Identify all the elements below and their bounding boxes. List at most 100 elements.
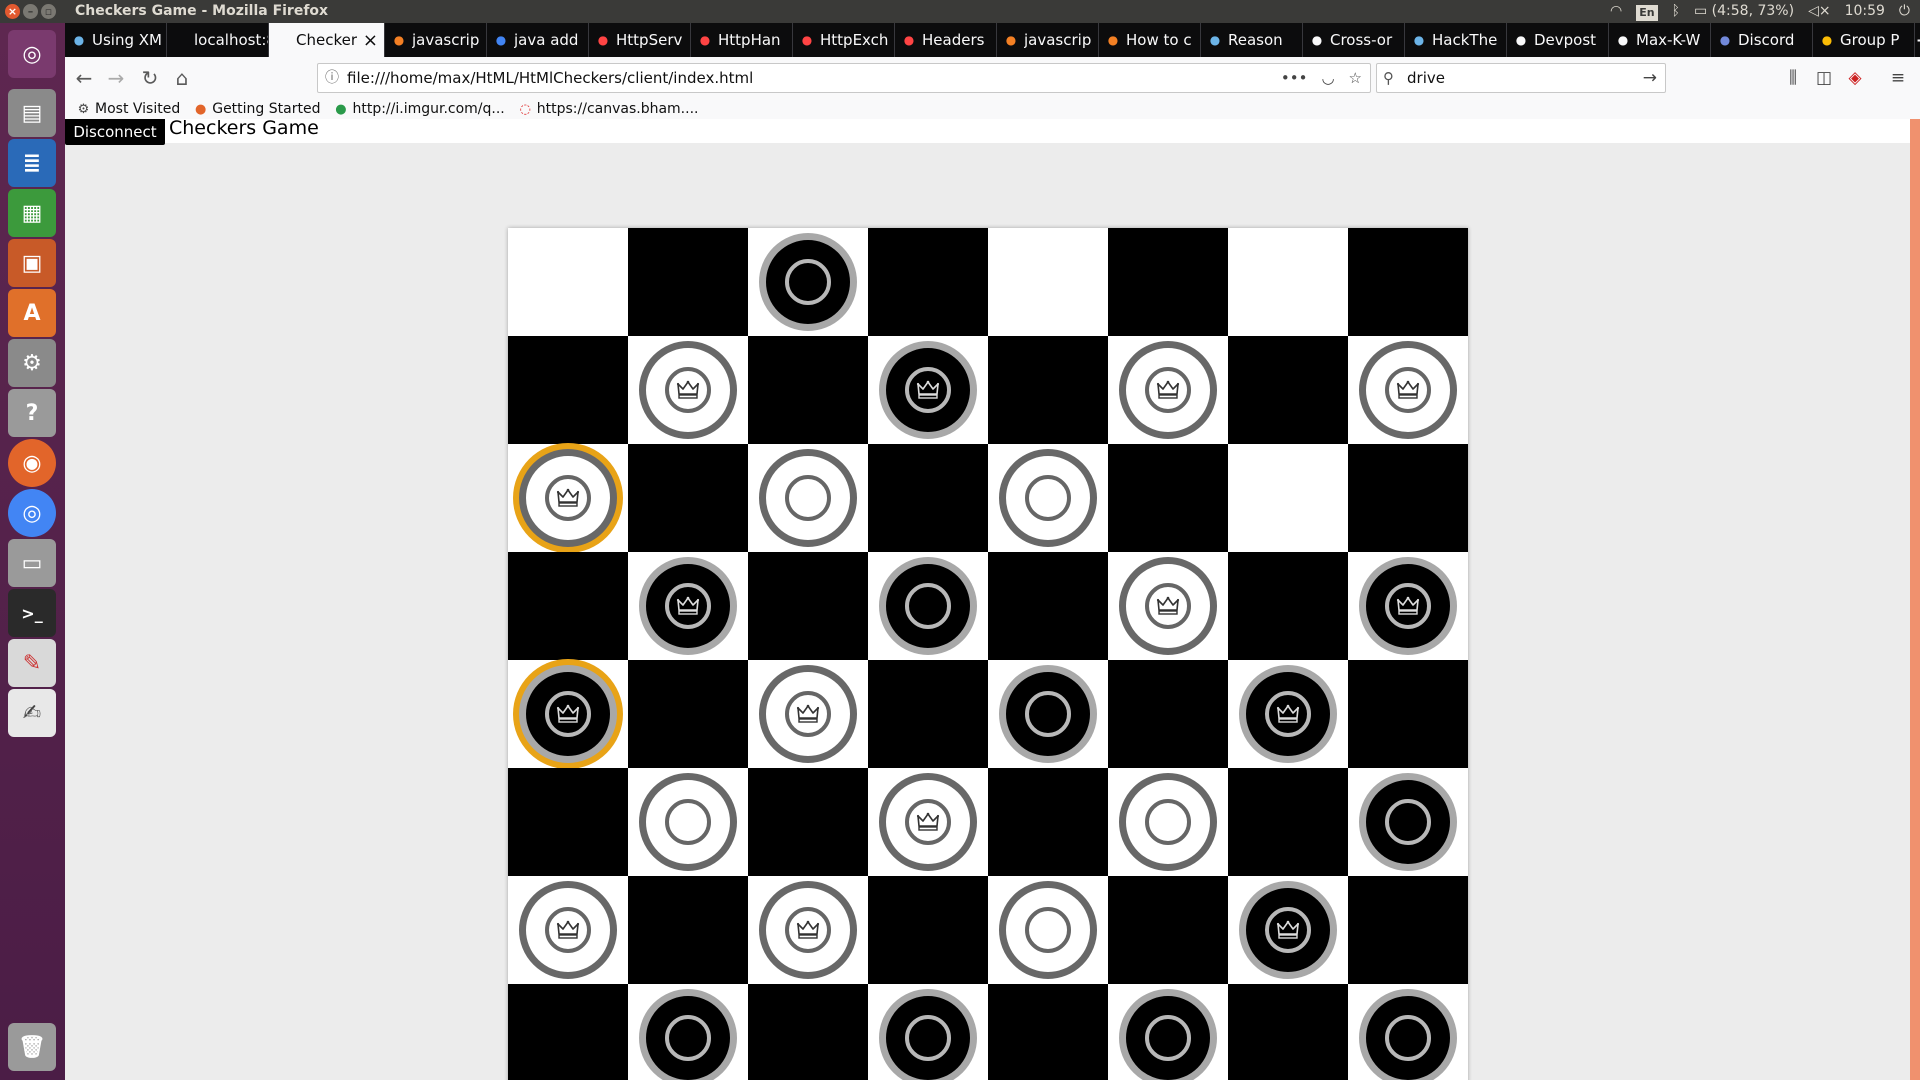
board-square[interactable] xyxy=(1108,336,1228,444)
tab-14[interactable]: ● Devpost xyxy=(1507,23,1609,57)
maximize-window-button[interactable]: ▫ xyxy=(41,4,56,19)
black-king-piece[interactable] xyxy=(1239,665,1337,763)
white-piece[interactable] xyxy=(999,449,1097,547)
board-square[interactable] xyxy=(508,336,628,444)
scrollbar-track[interactable] xyxy=(1910,119,1920,1080)
board-square[interactable] xyxy=(748,444,868,552)
minimize-window-button[interactable]: – xyxy=(23,4,38,19)
board-square[interactable] xyxy=(988,444,1108,552)
board-square[interactable] xyxy=(628,552,748,660)
white-king-piece[interactable] xyxy=(1359,341,1457,439)
wifi-icon[interactable]: ◠ xyxy=(1610,0,1622,23)
back-icon[interactable]: ← xyxy=(71,65,97,91)
tab-7[interactable]: ● HttpExch xyxy=(793,23,895,57)
board-square[interactable] xyxy=(1348,336,1468,444)
tab-6[interactable]: ● HttpHan xyxy=(691,23,793,57)
board-square[interactable] xyxy=(1108,228,1228,336)
tab-3[interactable]: ● javascrip xyxy=(385,23,487,57)
board-square[interactable] xyxy=(1348,876,1468,984)
board-square[interactable] xyxy=(748,876,868,984)
board-square[interactable] xyxy=(988,552,1108,660)
board-square[interactable] xyxy=(868,336,988,444)
tab-8[interactable]: ● Headers xyxy=(895,23,997,57)
board-square[interactable] xyxy=(1108,984,1228,1080)
files-icon[interactable]: ▤ xyxy=(8,89,56,137)
board-square[interactable] xyxy=(1108,660,1228,768)
board-square[interactable] xyxy=(628,768,748,876)
black-king-piece[interactable] xyxy=(519,665,617,763)
menu-icon[interactable]: ≡ xyxy=(1885,65,1911,91)
board-square[interactable] xyxy=(988,768,1108,876)
board-square[interactable] xyxy=(988,876,1108,984)
volume-icon[interactable]: ◁× xyxy=(1808,0,1831,23)
bluetooth-icon[interactable]: ᛒ xyxy=(1672,0,1680,23)
board-square[interactable] xyxy=(508,660,628,768)
white-piece[interactable] xyxy=(1119,773,1217,871)
white-king-piece[interactable] xyxy=(759,665,857,763)
impress-icon[interactable]: ▣ xyxy=(8,239,56,287)
white-king-piece[interactable] xyxy=(759,881,857,979)
page-actions-icon[interactable]: ••• xyxy=(1281,64,1308,92)
ublock-icon[interactable]: ◈ xyxy=(1842,65,1868,91)
white-piece[interactable] xyxy=(999,881,1097,979)
board-square[interactable] xyxy=(628,228,748,336)
pocket-icon[interactable]: ◡ xyxy=(1321,64,1334,92)
board-square[interactable] xyxy=(748,984,868,1080)
clock[interactable]: 10:59 xyxy=(1845,0,1885,23)
white-king-piece[interactable] xyxy=(639,341,737,439)
input-method-indicator[interactable]: En xyxy=(1636,5,1658,21)
board-square[interactable] xyxy=(1228,336,1348,444)
board-square[interactable] xyxy=(1228,768,1348,876)
tab-10[interactable]: ● How to c xyxy=(1099,23,1201,57)
tab-0[interactable]: ● Using XM xyxy=(65,23,167,57)
black-piece[interactable] xyxy=(639,989,737,1080)
close-window-button[interactable]: × xyxy=(5,4,20,19)
board-square[interactable] xyxy=(868,552,988,660)
board-square[interactable] xyxy=(988,984,1108,1080)
bookmark-item[interactable]: ◌ https://canvas.bham.... xyxy=(519,99,699,119)
board-square[interactable] xyxy=(748,336,868,444)
trash-icon[interactable]: 🗑 xyxy=(8,1023,56,1071)
black-piece[interactable] xyxy=(879,989,977,1080)
board-square[interactable] xyxy=(1348,984,1468,1080)
bookmark-item[interactable]: ⚙ Most Visited xyxy=(77,99,181,119)
black-piece[interactable] xyxy=(999,665,1097,763)
disconnect-button[interactable]: Disconnect xyxy=(65,119,165,145)
board-square[interactable] xyxy=(868,768,988,876)
tab-9[interactable]: ● javascrip xyxy=(997,23,1099,57)
board-square[interactable] xyxy=(1228,660,1348,768)
search-box[interactable]: ⚲ drive → xyxy=(1376,63,1666,93)
board-square[interactable] xyxy=(748,660,868,768)
board-square[interactable] xyxy=(1348,768,1468,876)
black-king-piece[interactable] xyxy=(1239,881,1337,979)
terminal-icon[interactable]: >_ xyxy=(8,589,56,637)
white-piece[interactable] xyxy=(639,773,737,871)
board-square[interactable] xyxy=(1108,768,1228,876)
board-square[interactable] xyxy=(628,660,748,768)
chrome-icon[interactable]: ◎ xyxy=(8,489,56,537)
black-king-piece[interactable] xyxy=(879,341,977,439)
board-square[interactable] xyxy=(508,228,628,336)
board-square[interactable] xyxy=(1348,660,1468,768)
tab-2[interactable]: Checkers × xyxy=(269,23,385,57)
document-viewer-icon[interactable]: ✎ xyxy=(8,639,56,687)
board-square[interactable] xyxy=(868,228,988,336)
black-piece[interactable] xyxy=(1119,989,1217,1080)
tab-17[interactable]: ● Group P xyxy=(1813,23,1915,57)
help-icon[interactable]: ? xyxy=(8,389,56,437)
board-square[interactable] xyxy=(1228,876,1348,984)
board-square[interactable] xyxy=(988,660,1108,768)
board-square[interactable] xyxy=(628,984,748,1080)
ubuntu-dash-icon[interactable]: ◎ xyxy=(8,30,56,78)
board-square[interactable] xyxy=(748,228,868,336)
black-piece[interactable] xyxy=(1359,773,1457,871)
tab-16[interactable]: ● Discord xyxy=(1711,23,1813,57)
board-square[interactable] xyxy=(628,876,748,984)
board-square[interactable] xyxy=(1228,228,1348,336)
white-king-piece[interactable] xyxy=(519,881,617,979)
board-square[interactable] xyxy=(508,552,628,660)
tab-1[interactable]: localhost:80 xyxy=(167,23,269,57)
board-square[interactable] xyxy=(988,228,1108,336)
board-square[interactable] xyxy=(748,552,868,660)
board-square[interactable] xyxy=(1108,552,1228,660)
